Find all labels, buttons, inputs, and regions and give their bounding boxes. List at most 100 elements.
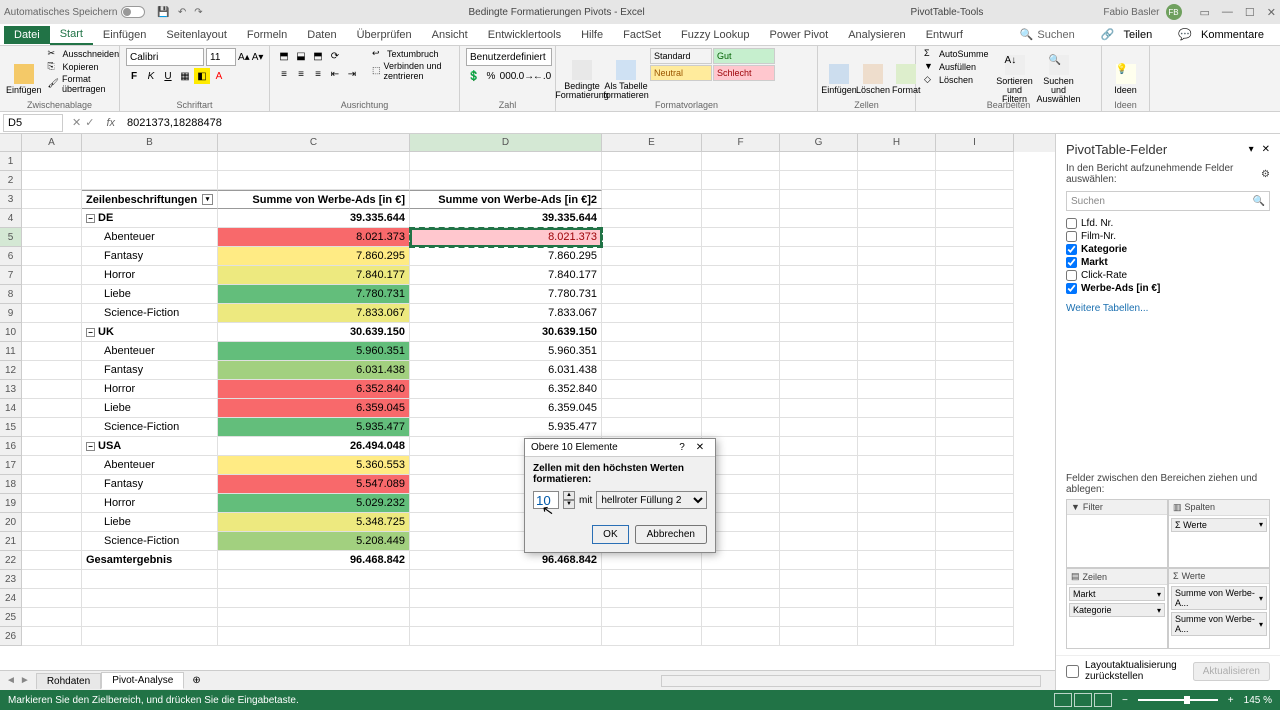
cell[interactable] [858, 152, 936, 171]
rowhead[interactable]: 25 [0, 608, 22, 627]
cell[interactable] [858, 247, 936, 266]
cell[interactable]: 5.960.351 [410, 342, 602, 361]
cell[interactable]: 96.468.842 [410, 551, 602, 570]
cell[interactable]: Summe von Werbe-Ads [in €] [218, 190, 410, 209]
cell[interactable] [780, 589, 858, 608]
indent-dec-icon[interactable]: ⇤ [327, 66, 343, 82]
grow-font-icon[interactable]: A▴ [238, 52, 250, 63]
rowhead[interactable]: 20 [0, 513, 22, 532]
cell[interactable] [780, 399, 858, 418]
cell[interactable]: 7.780.731 [218, 285, 410, 304]
cell[interactable] [22, 323, 82, 342]
cell[interactable]: 5.360.553 [218, 456, 410, 475]
format-painter-button[interactable]: 🖌Format übertragen [46, 74, 122, 94]
cell[interactable] [858, 342, 936, 361]
next-sheet-icon[interactable]: ► [20, 675, 30, 686]
cell[interactable] [22, 171, 82, 190]
cell[interactable] [858, 304, 936, 323]
field-checkbox[interactable] [1066, 231, 1077, 242]
cell[interactable]: 5.547.089 [218, 475, 410, 494]
cell[interactable] [22, 570, 82, 589]
cell[interactable] [858, 570, 936, 589]
cell[interactable] [780, 437, 858, 456]
update-button[interactable]: Aktualisieren [1193, 662, 1270, 681]
colhead-A[interactable]: A [22, 134, 82, 152]
orientation-icon[interactable]: ⟳ [327, 48, 343, 64]
cell[interactable]: 6.031.438 [218, 361, 410, 380]
cell[interactable] [22, 494, 82, 513]
cell[interactable]: 7.833.067 [410, 304, 602, 323]
rows-area[interactable]: ▤ZeilenMarkt▾Kategorie▾ [1066, 568, 1168, 649]
cell[interactable] [858, 437, 936, 456]
cell[interactable] [602, 361, 702, 380]
cell[interactable] [22, 551, 82, 570]
cell[interactable]: Liebe [82, 285, 218, 304]
gear-icon[interactable]: ⚙ [1261, 169, 1270, 180]
cell[interactable] [602, 190, 702, 209]
cell[interactable] [22, 152, 82, 171]
cell[interactable] [410, 627, 602, 646]
cell[interactable] [702, 304, 780, 323]
maximize-icon[interactable]: ☐ [1245, 6, 1255, 19]
rowhead[interactable]: 7 [0, 266, 22, 285]
style-neutral[interactable]: Neutral [650, 65, 712, 81]
enter-formula-icon[interactable]: ✓ [85, 116, 94, 129]
dialog-close-icon[interactable]: ✕ [691, 442, 709, 453]
cell[interactable] [602, 342, 702, 361]
cell[interactable] [936, 209, 1014, 228]
fx-icon[interactable]: fx [100, 117, 121, 129]
cell[interactable]: Gesamtergebnis [82, 551, 218, 570]
rowhead[interactable]: 23 [0, 570, 22, 589]
cell[interactable] [22, 399, 82, 418]
cell[interactable]: Fantasy [82, 247, 218, 266]
cell[interactable] [936, 551, 1014, 570]
field-item[interactable]: Kategorie [1066, 243, 1270, 256]
cell[interactable] [858, 513, 936, 532]
colhead-E[interactable]: E [602, 134, 702, 152]
cell[interactable] [602, 209, 702, 228]
cell[interactable]: 5.960.351 [218, 342, 410, 361]
cell[interactable] [858, 418, 936, 437]
cell[interactable] [936, 361, 1014, 380]
comments-button[interactable]: 💬 Kommentare [1172, 26, 1276, 43]
page-layout-view-icon[interactable] [1074, 693, 1092, 707]
colhead-G[interactable]: G [780, 134, 858, 152]
cell[interactable] [936, 627, 1014, 646]
cell[interactable]: Horror [82, 266, 218, 285]
tab-analyze[interactable]: Analysieren [838, 26, 915, 44]
minimize-icon[interactable]: — [1222, 6, 1233, 19]
normal-view-icon[interactable] [1054, 693, 1072, 707]
field-search[interactable]: Suchen 🔍 [1066, 191, 1270, 211]
cell[interactable] [22, 266, 82, 285]
area-item[interactable]: Kategorie▾ [1069, 603, 1165, 617]
cell[interactable]: 5.348.725 [218, 513, 410, 532]
tab-powerpivot[interactable]: Power Pivot [760, 26, 839, 44]
cell[interactable]: −USA [82, 437, 218, 456]
cell[interactable] [22, 532, 82, 551]
cell[interactable]: Science-Fiction [82, 418, 218, 437]
cell[interactable] [936, 589, 1014, 608]
collapse-icon[interactable]: − [86, 328, 95, 337]
currency-icon[interactable]: 💲 [466, 68, 482, 84]
values-area[interactable]: ΣWerteSumme von Werbe-A...▾Summe von Wer… [1168, 568, 1270, 649]
cell[interactable] [936, 247, 1014, 266]
save-icon[interactable]: 💾 [157, 7, 169, 18]
cell[interactable] [780, 494, 858, 513]
rowhead[interactable]: 24 [0, 589, 22, 608]
font-size[interactable]: 11 [206, 48, 236, 66]
align-left-icon[interactable]: ≡ [276, 66, 292, 82]
sheet-tab-pivot[interactable]: Pivot-Analyse [101, 672, 184, 689]
cell[interactable] [936, 323, 1014, 342]
underline-button[interactable]: U [160, 68, 176, 84]
add-sheet-button[interactable]: ⊕ [184, 675, 208, 686]
tab-view[interactable]: Ansicht [422, 26, 478, 44]
cell[interactable]: 6.359.045 [410, 399, 602, 418]
formula-input[interactable]: 8021373,18288478 [121, 117, 1280, 129]
cell[interactable]: 7.860.295 [410, 247, 602, 266]
columns-area[interactable]: ▥SpaltenΣ Werte▾ [1168, 499, 1270, 569]
field-item[interactable]: Film-Nr. [1066, 230, 1270, 243]
cell[interactable] [858, 361, 936, 380]
rowhead[interactable]: 1 [0, 152, 22, 171]
style-gut[interactable]: Gut [713, 48, 775, 64]
cell[interactable] [936, 152, 1014, 171]
